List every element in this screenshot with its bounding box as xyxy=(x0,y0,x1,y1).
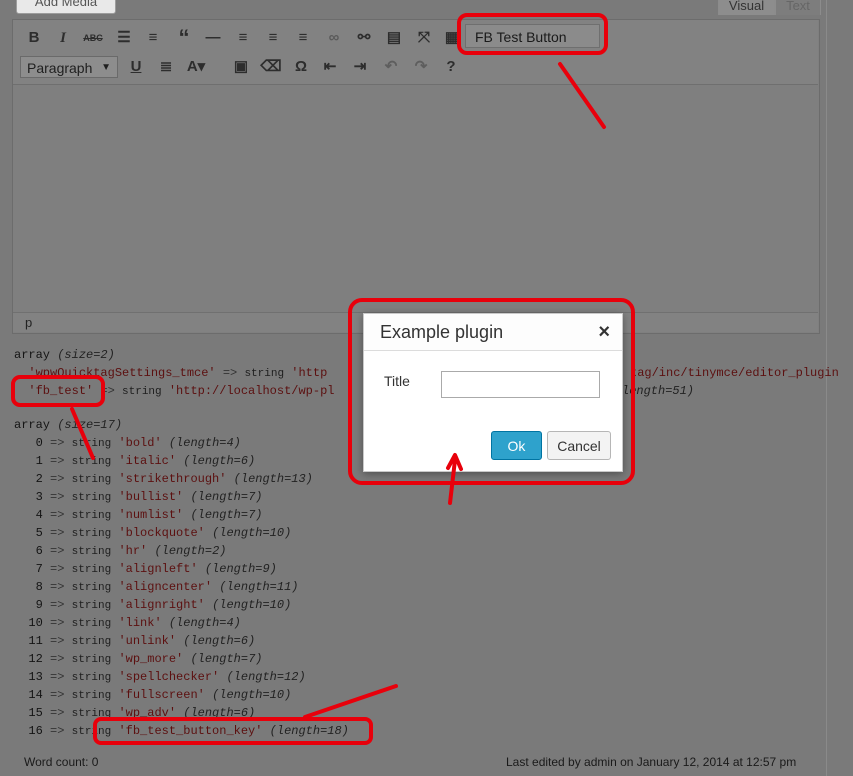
annotation-box-dialog xyxy=(348,298,635,485)
annotation-box-fb-button xyxy=(457,13,608,55)
annotation-arrow-fb-test xyxy=(70,407,95,460)
annotation-overlay xyxy=(11,13,635,745)
annotation-arrow-fb-key xyxy=(303,684,398,719)
annotation-box-fb-test xyxy=(11,375,105,407)
annotation-box-fb-key xyxy=(93,717,373,745)
annotation-arrow-fb-button xyxy=(558,62,606,129)
